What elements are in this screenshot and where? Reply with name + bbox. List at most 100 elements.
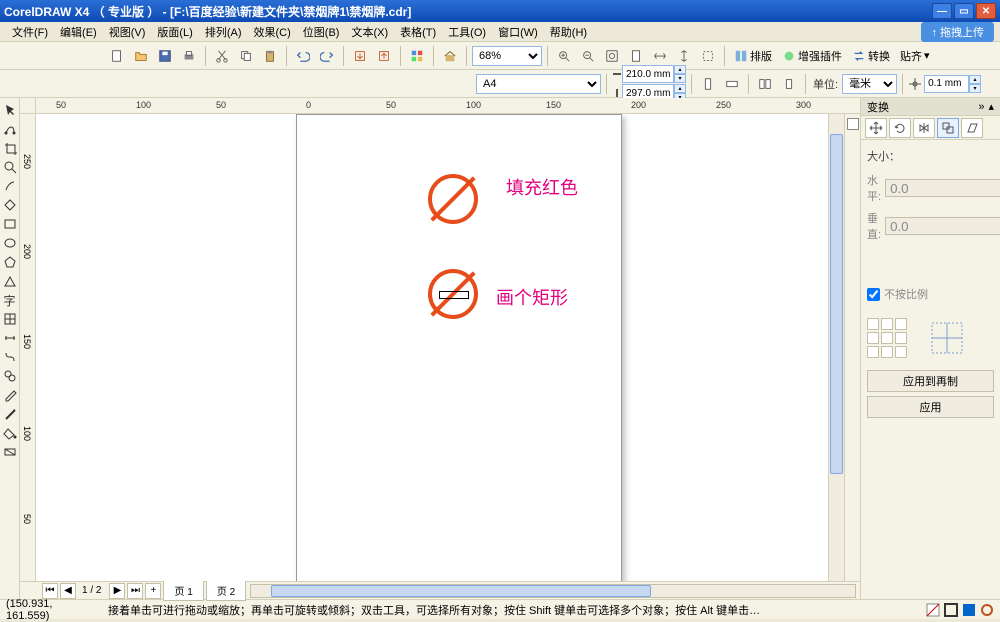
rectangle-tool[interactable] xyxy=(2,216,18,232)
shape-tool[interactable] xyxy=(2,121,18,137)
scrollbar-thumb[interactable] xyxy=(271,585,651,597)
zoom-page-button[interactable] xyxy=(625,45,647,67)
skew-tab[interactable] xyxy=(961,118,983,138)
apply-button[interactable]: 应用 xyxy=(867,396,994,418)
paper-size-combo[interactable]: A4 xyxy=(476,74,601,94)
h-input[interactable] xyxy=(885,179,1000,197)
maximize-button[interactable]: ▭ xyxy=(954,3,974,19)
anchor-cell[interactable] xyxy=(895,318,907,330)
next-page-button[interactable]: ▶ xyxy=(109,583,125,599)
smart-fill-tool[interactable] xyxy=(2,197,18,213)
welcome-button[interactable] xyxy=(439,45,461,67)
dimension-tool[interactable] xyxy=(2,330,18,346)
anchor-cell[interactable] xyxy=(895,346,907,358)
open-button[interactable] xyxy=(130,45,152,67)
proportional-checkbox[interactable]: 不按比例 xyxy=(867,286,994,302)
crop-tool[interactable] xyxy=(2,140,18,156)
eyedropper-tool[interactable] xyxy=(2,387,18,403)
unit-combo[interactable]: 毫米 xyxy=(842,74,897,94)
anchor-cell[interactable] xyxy=(867,332,879,344)
anchor-cell[interactable] xyxy=(881,318,893,330)
print-button[interactable] xyxy=(178,45,200,67)
anchor-cell[interactable] xyxy=(881,346,893,358)
checkbox[interactable] xyxy=(867,288,880,301)
docker-title-bar[interactable]: 变换 » ▴ xyxy=(861,98,1000,116)
ruler-corner[interactable] xyxy=(20,98,36,114)
status-circle-icon[interactable] xyxy=(980,603,994,617)
prev-page-button[interactable]: ◀ xyxy=(60,583,76,599)
spin-up[interactable]: ▴ xyxy=(674,84,686,93)
page-width-input[interactable] xyxy=(622,65,674,83)
zoom-combo[interactable]: 68% xyxy=(472,46,542,66)
scrollbar-thumb[interactable] xyxy=(830,134,843,474)
nudge-input[interactable] xyxy=(924,75,969,93)
connector-tool[interactable] xyxy=(2,349,18,365)
position-tab[interactable] xyxy=(865,118,887,138)
landscape-button[interactable] xyxy=(721,73,743,95)
paste-button[interactable] xyxy=(259,45,281,67)
freehand-tool[interactable] xyxy=(2,178,18,194)
anchor-cell[interactable] xyxy=(867,346,879,358)
snap-button[interactable]: 贴齐 ▾ xyxy=(896,48,934,64)
zoom-selection-button[interactable] xyxy=(697,45,719,67)
interactive-fill-tool[interactable] xyxy=(2,444,18,460)
text-tool[interactable]: 字 xyxy=(2,292,18,308)
save-button[interactable] xyxy=(154,45,176,67)
close-docker-icon[interactable]: ▴ xyxy=(988,100,994,113)
redo-button[interactable] xyxy=(316,45,338,67)
vertical-ruler[interactable]: 250 200 150 100 50 xyxy=(20,114,36,581)
import-button[interactable] xyxy=(349,45,371,67)
menu-edit[interactable]: 编辑(E) xyxy=(54,22,103,42)
copy-button[interactable] xyxy=(235,45,257,67)
enhance-button[interactable]: 增强插件 xyxy=(778,48,846,64)
horizontal-scrollbar[interactable] xyxy=(250,584,856,598)
horizontal-ruler[interactable]: 50 100 50 0 50 100 150 200 250 300 xyxy=(20,98,860,114)
menu-layout[interactable]: 版面(L) xyxy=(151,22,198,42)
first-page-button[interactable]: ⏮ xyxy=(42,583,58,599)
single-page-button[interactable] xyxy=(778,73,800,95)
menu-file[interactable]: 文件(F) xyxy=(6,22,54,42)
pick-tool[interactable] xyxy=(2,102,18,118)
zoom-out-button[interactable] xyxy=(577,45,599,67)
rotate-tab[interactable] xyxy=(889,118,911,138)
app-launcher-button[interactable] xyxy=(406,45,428,67)
interactive-tool[interactable] xyxy=(2,368,18,384)
last-page-button[interactable]: ⏭ xyxy=(127,583,143,599)
no-sign-1[interactable] xyxy=(428,174,478,224)
add-page-button[interactable]: + xyxy=(145,583,161,599)
dock-item[interactable] xyxy=(847,118,859,130)
page-tab-1[interactable]: 页 1 xyxy=(163,580,203,601)
facing-pages-button[interactable] xyxy=(754,73,776,95)
new-button[interactable] xyxy=(106,45,128,67)
zoom-width-button[interactable] xyxy=(649,45,671,67)
anchor-cell[interactable] xyxy=(895,332,907,344)
workspace[interactable]: 填充红色 画个矩形 xyxy=(36,114,828,581)
spin-up[interactable]: ▴ xyxy=(969,75,981,84)
menu-table[interactable]: 表格(T) xyxy=(394,22,442,42)
size-tab[interactable] xyxy=(937,118,959,138)
convert-button[interactable]: 转换 xyxy=(848,48,894,64)
v-input[interactable] xyxy=(885,217,1000,235)
table-tool[interactable] xyxy=(2,311,18,327)
outline-tool[interactable] xyxy=(2,406,18,422)
zoom-fit-button[interactable] xyxy=(601,45,623,67)
page-tab-2[interactable]: 页 2 xyxy=(206,580,246,601)
basic-shapes-tool[interactable] xyxy=(2,273,18,289)
menu-arrange[interactable]: 排列(A) xyxy=(199,22,248,42)
vertical-scrollbar[interactable] xyxy=(828,114,844,581)
small-rectangle[interactable] xyxy=(439,291,469,299)
spin-down[interactable]: ▾ xyxy=(674,74,686,83)
menu-text[interactable]: 文本(X) xyxy=(345,22,394,42)
menu-help[interactable]: 帮助(H) xyxy=(544,22,593,42)
apply-to-duplicate-button[interactable]: 应用到再制 xyxy=(867,370,994,392)
chevron-right-icon[interactable]: » xyxy=(978,101,984,113)
portrait-button[interactable] xyxy=(697,73,719,95)
zoom-tool[interactable] xyxy=(2,159,18,175)
menu-effects[interactable]: 效果(C) xyxy=(248,22,297,42)
anchor-cell[interactable] xyxy=(881,332,893,344)
export-button[interactable] xyxy=(373,45,395,67)
outline-swatch-icon[interactable] xyxy=(944,603,958,617)
menu-window[interactable]: 窗口(W) xyxy=(492,22,544,42)
spin-down[interactable]: ▾ xyxy=(969,84,981,93)
minimize-button[interactable]: — xyxy=(932,3,952,19)
